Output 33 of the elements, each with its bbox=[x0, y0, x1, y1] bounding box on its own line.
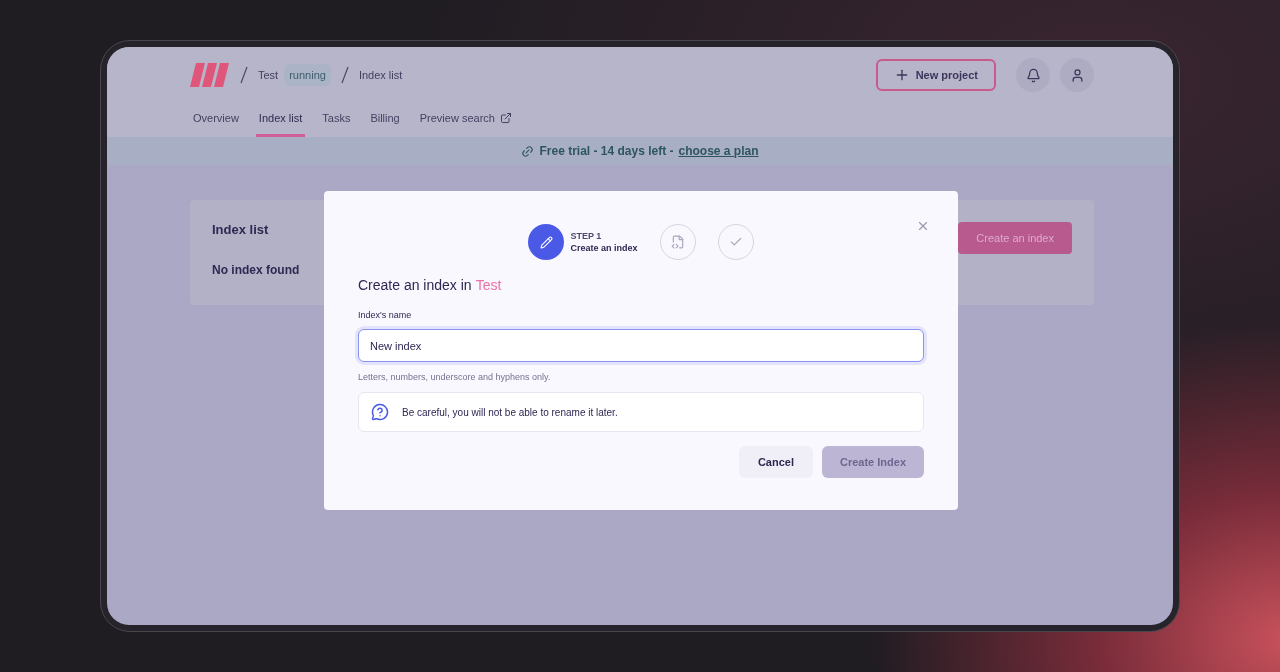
slash-separator-icon bbox=[240, 66, 248, 84]
close-button[interactable] bbox=[916, 219, 930, 233]
bell-icon bbox=[1025, 67, 1041, 83]
project-name: Test bbox=[475, 277, 502, 293]
breadcrumb-page: Index list bbox=[358, 69, 403, 81]
question-icon bbox=[371, 403, 389, 421]
new-project-button[interactable]: New project bbox=[875, 59, 996, 91]
close-icon bbox=[916, 219, 930, 233]
code-file-icon bbox=[670, 235, 685, 249]
nav-tab[interactable]: Preview search bbox=[416, 101, 515, 137]
card-title: Index list bbox=[212, 222, 270, 237]
account-button[interactable] bbox=[1060, 58, 1094, 92]
field-hint: Letters, numbers, underscore and hyphens only. bbox=[358, 372, 552, 382]
nav-tab[interactable]: Tasks bbox=[319, 101, 354, 137]
nav-tab[interactable]: Overview bbox=[190, 101, 242, 137]
index-name-field[interactable]: New index bbox=[358, 329, 924, 362]
notifications-button[interactable] bbox=[1016, 58, 1050, 92]
choose-plan-link[interactable]: choose a plan bbox=[678, 144, 759, 158]
nav-tab[interactable]: Billing bbox=[367, 101, 403, 137]
status-badge: running bbox=[284, 64, 331, 86]
field-label: Index's name bbox=[358, 310, 413, 320]
dialog-title: Create an index in bbox=[358, 277, 472, 293]
breadcrumb-project[interactable]: Test bbox=[258, 69, 279, 81]
step-description: Create an index bbox=[570, 243, 638, 253]
step-label: STEP 1 bbox=[570, 231, 603, 241]
cancel-button[interactable]: Cancel bbox=[738, 446, 813, 478]
pencil-icon bbox=[540, 235, 553, 249]
user-icon bbox=[1069, 67, 1085, 83]
trial-text: Free trial - 14 days left - bbox=[539, 144, 674, 158]
slash-separator-icon bbox=[340, 66, 349, 84]
empty-message: No index found bbox=[212, 263, 300, 277]
notice-text: Be careful, you will not be able to rename it later. bbox=[402, 406, 618, 418]
check-icon bbox=[728, 235, 743, 249]
